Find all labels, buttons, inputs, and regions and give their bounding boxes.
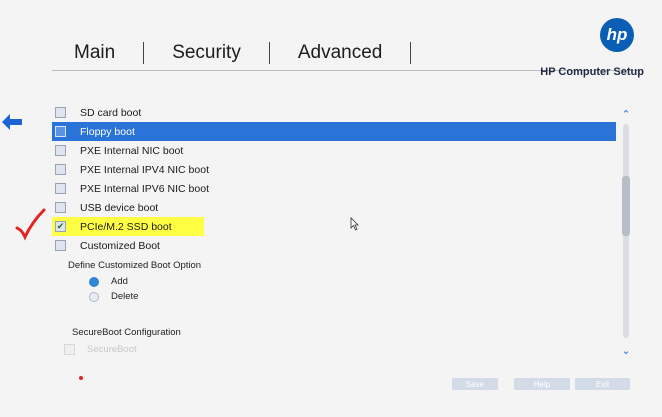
boot-option-label: PXE Internal NIC boot [80,144,184,157]
radio-button[interactable] [89,276,99,287]
customized-boot-title: Define Customized Boot Option [68,260,202,271]
boot-option-label: PXE Internal IPV6 NIC boot [80,182,209,195]
save-button[interactable]: Save [452,378,498,390]
hp-logo: hp [600,18,634,52]
tab-bar: Main Security Advanced [52,38,412,68]
mouse-cursor-icon [350,217,359,231]
tab-separator [410,42,412,64]
checkbox[interactable] [55,202,66,213]
boot-option-label: Customized Boot [80,239,160,252]
scrollbar[interactable]: ⌃ ⌄ [620,110,632,357]
checkbox[interactable] [55,183,66,194]
left-arrow-icon [2,114,22,130]
help-button[interactable]: Help [514,378,570,390]
boot-option-pxe-ipv6[interactable]: PXE Internal IPV6 NIC boot [52,179,616,198]
checkbox[interactable] [55,240,66,251]
annotation-dot [79,376,83,380]
app-title: HP Computer Setup [540,66,644,78]
checkbox[interactable] [55,164,66,175]
tab-security[interactable]: Security [144,42,269,64]
checkbox-disabled [64,344,75,355]
boot-option-usb[interactable]: USB device boot [52,198,616,217]
boot-option-sd-card[interactable]: SD card boot [52,103,616,122]
boot-option-label: PXE Internal IPV4 NIC boot [80,163,209,176]
boot-option-label: SD card boot [80,106,142,119]
checkbox[interactable] [55,107,66,118]
secureboot-label: SecureBoot [87,344,137,355]
checkmark-annotation-icon [15,208,46,241]
checkbox[interactable] [55,126,66,137]
boot-option-floppy[interactable]: Floppy boot [52,122,616,141]
exit-button[interactable]: Exit [575,378,630,390]
scroll-up-icon[interactable]: ⌃ [620,110,632,121]
radio-label: Delete [111,291,139,302]
boot-option-pxe-ipv4[interactable]: PXE Internal IPV4 NIC boot [52,160,616,179]
checkbox-checked[interactable]: ✔ [55,221,66,232]
secureboot-title: SecureBoot Configuration [72,327,181,338]
boot-order-list: SD card boot Floppy boot PXE Internal NI… [52,103,616,255]
secureboot-option: SecureBoot [64,344,137,355]
tab-advanced[interactable]: Advanced [270,42,411,64]
boot-option-pxe-nic[interactable]: PXE Internal NIC boot [52,141,616,160]
boot-option-label: Floppy boot [80,125,135,138]
radio-label: Add [111,276,128,287]
radio-delete[interactable]: Delete [89,291,138,302]
tab-main[interactable]: Main [52,42,143,64]
boot-option-label: USB device boot [80,201,159,214]
radio-button[interactable] [89,291,99,302]
checkbox[interactable] [55,145,66,156]
boot-option-customized[interactable]: Customized Boot [52,236,616,255]
boot-option-label: PCIe/M.2 SSD boot [80,220,172,233]
scroll-down-icon[interactable]: ⌄ [620,346,632,357]
boot-option-pcie-ssd[interactable]: ✔ PCIe/M.2 SSD boot [52,217,204,236]
radio-add[interactable]: Add [89,276,128,287]
scroll-thumb[interactable] [622,176,630,236]
